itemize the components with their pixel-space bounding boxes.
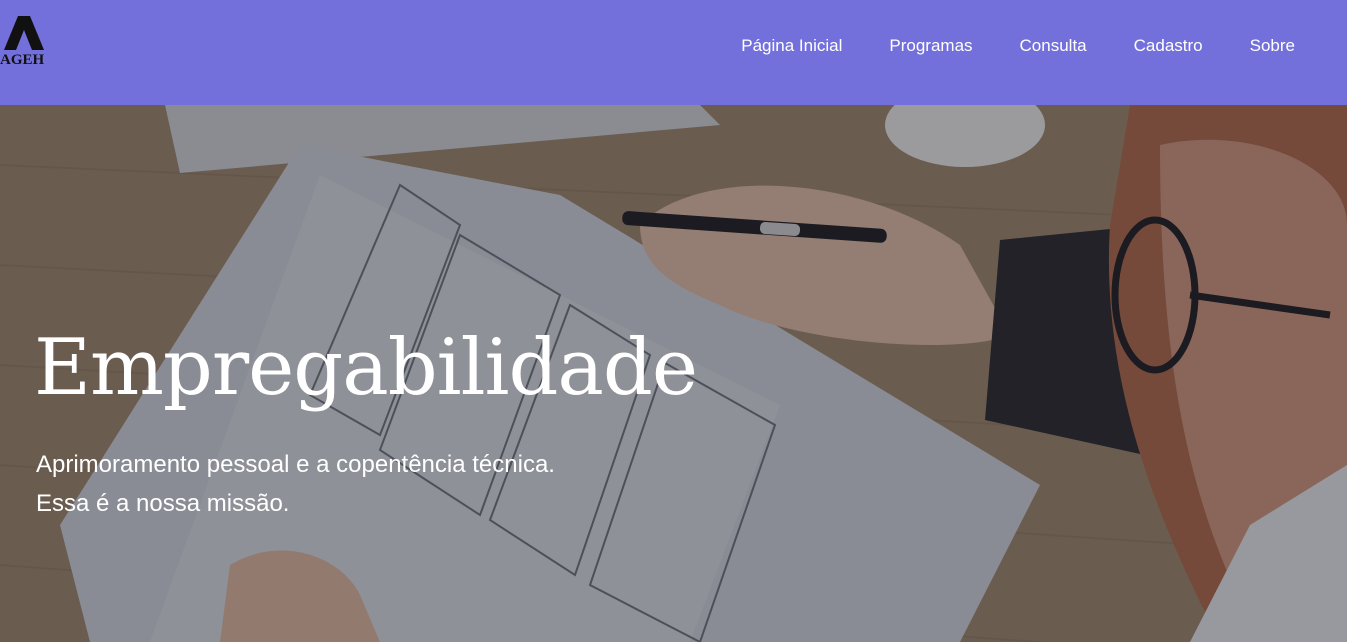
main-nav: Página Inicial Programas Consulta Cadast… xyxy=(741,36,1295,56)
hero-title: Empregabilidade xyxy=(34,323,698,413)
nav-item-consulta[interactable]: Consulta xyxy=(1020,36,1087,56)
hero-section: Empregabilidade Aprimoramento pessoal e … xyxy=(0,105,1347,642)
nav-item-sobre[interactable]: Sobre xyxy=(1250,36,1295,56)
nav-item-programas[interactable]: Programas xyxy=(889,36,972,56)
navbar: AGEH Página Inicial Programas Consulta C… xyxy=(0,0,1347,105)
logo-text: AGEH xyxy=(0,52,45,68)
nav-item-cadastro[interactable]: Cadastro xyxy=(1134,36,1203,56)
hero-subtitle: Aprimoramento pessoal e a copentência té… xyxy=(36,445,555,523)
hero-subtitle-line-2: Essa é a nossa missão. xyxy=(36,490,290,517)
brand-logo[interactable]: AGEH xyxy=(0,14,56,72)
logo-mark-icon xyxy=(4,16,44,50)
hero-subtitle-line-1: Aprimoramento pessoal e a copentência té… xyxy=(36,451,555,478)
nav-item-pagina-inicial[interactable]: Página Inicial xyxy=(741,36,842,56)
